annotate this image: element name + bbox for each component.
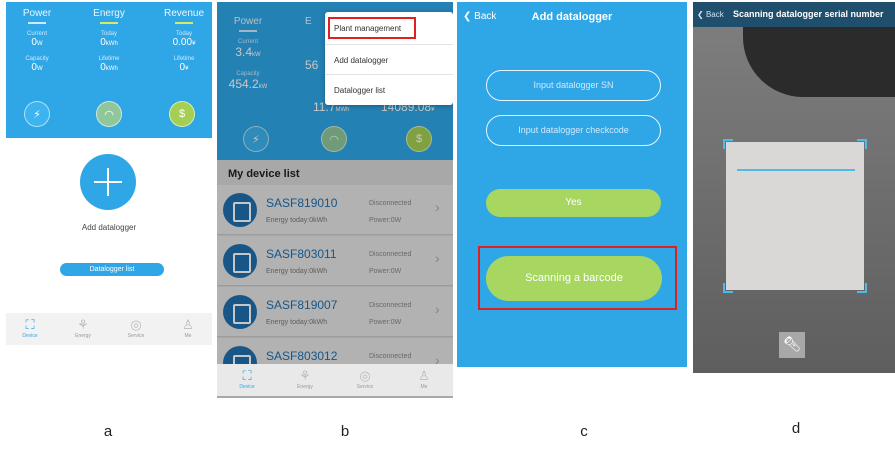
scan-target-area bbox=[726, 142, 864, 290]
screen-d-scanner: ❮ Back Scanning datalogger serial number… bbox=[693, 2, 895, 373]
tab-bar: ⛶ Device ⚘ Energy ◎ Service ♙ Me bbox=[217, 364, 453, 396]
chevron-left-icon: ❮ bbox=[697, 10, 706, 19]
screen-b-device-menu: Power Current 3.4kW Capacity 454.2kW E 5… bbox=[217, 2, 453, 398]
revenue-bar bbox=[175, 22, 193, 24]
tab-energy[interactable]: ⚘ Energy bbox=[285, 368, 325, 390]
tab-me[interactable]: ♙ Me bbox=[168, 317, 208, 339]
nav-bar: ❮ Back Scanning datalogger serial number bbox=[693, 2, 895, 27]
back-button[interactable]: ❮ Back bbox=[697, 10, 724, 19]
power-title: Power bbox=[22, 8, 52, 19]
tab-device[interactable]: ⛶ Device bbox=[10, 317, 50, 339]
page-title: Add datalogger bbox=[531, 11, 613, 23]
energy-title: Energy bbox=[93, 8, 125, 19]
person-icon: ♙ bbox=[182, 317, 194, 332]
tab-bar: ⛶ Device ⚘ Energy ◎ Service ♙ Me bbox=[6, 313, 212, 345]
capacity-value: 0W bbox=[31, 62, 43, 73]
energy-chart-icon[interactable]: ◠ bbox=[96, 101, 122, 127]
power-icon[interactable]: ⚡ bbox=[24, 101, 50, 127]
frame-corner-top-right bbox=[857, 139, 867, 149]
frame-corner-bottom-left bbox=[723, 283, 733, 293]
device-tree-icon: ⛶ bbox=[242, 368, 252, 383]
subfigure-label-d: d bbox=[791, 420, 801, 437]
frame-corner-top-left bbox=[723, 139, 733, 149]
power-column: Power Current 0W Capacity 0W bbox=[12, 8, 62, 73]
highlight-box bbox=[328, 17, 416, 39]
scan-barcode-button[interactable]: Scanning a barcode bbox=[486, 256, 662, 301]
summary-header: Power Current 0W Capacity 0W Energy Toda… bbox=[6, 2, 212, 138]
power-bar bbox=[28, 22, 46, 24]
lifetime-revenue-value: 0¥ bbox=[179, 62, 189, 73]
add-datalogger-label: Add datalogger bbox=[81, 223, 137, 232]
today-energy-value: 0kWh bbox=[100, 37, 118, 48]
service-icon: ◎ bbox=[359, 368, 371, 383]
tab-service[interactable]: ◎ Service bbox=[116, 317, 156, 339]
menu-divider bbox=[325, 74, 453, 75]
tab-energy[interactable]: ⚘ Energy bbox=[63, 317, 103, 339]
revenue-column: Revenue Today 0.00¥ Lifetime 0¥ bbox=[156, 8, 212, 73]
energy-icon: ⚘ bbox=[77, 317, 89, 332]
yes-button[interactable]: Yes bbox=[486, 189, 661, 217]
tab-device[interactable]: ⛶ Device bbox=[227, 368, 267, 390]
energy-icon: ⚘ bbox=[299, 368, 311, 383]
datalogger-checkcode-input[interactable]: Input datalogger checkcode bbox=[486, 115, 661, 146]
scan-line bbox=[737, 169, 855, 171]
screen-a-device: Power Current 0W Capacity 0W Energy Toda… bbox=[6, 2, 212, 345]
tab-service[interactable]: ◎ Service bbox=[345, 368, 385, 390]
person-icon: ♙ bbox=[418, 368, 430, 383]
energy-column: Energy Today 0kWh Lifetime 0kWh bbox=[84, 8, 134, 73]
datalogger-sn-input[interactable]: Input datalogger SN bbox=[486, 70, 661, 101]
datalogger-list-button[interactable]: Datalogger list bbox=[60, 263, 164, 276]
menu-datalogger-list[interactable]: Datalogger list bbox=[334, 86, 385, 95]
dropdown-menu: Plant management Add datalogger Datalogg… bbox=[325, 12, 453, 105]
energy-bar bbox=[100, 22, 118, 24]
tab-me[interactable]: ♙ Me bbox=[404, 368, 444, 390]
subfigure-label-b: b bbox=[340, 423, 350, 440]
screen-c-add-datalogger: ❮ Back Add datalogger Input datalogger S… bbox=[457, 2, 687, 367]
device-tree-icon: ⛶ bbox=[25, 317, 35, 332]
frame-corner-bottom-right bbox=[857, 283, 867, 293]
flashlight-icon[interactable]: 🔦︎ bbox=[779, 332, 805, 358]
current-value: 0W bbox=[31, 37, 43, 48]
lifetime-energy-value: 0kWh bbox=[100, 62, 118, 73]
menu-divider bbox=[325, 44, 453, 45]
subfigure-label-a: a bbox=[103, 423, 113, 440]
service-icon: ◎ bbox=[130, 317, 142, 332]
page-title: Scanning datalogger serial number bbox=[733, 9, 884, 19]
add-datalogger-plus-button[interactable] bbox=[80, 154, 136, 210]
menu-add-datalogger[interactable]: Add datalogger bbox=[334, 56, 388, 65]
revenue-dollar-icon[interactable]: $ bbox=[169, 101, 195, 127]
today-revenue-value: 0.00¥ bbox=[172, 37, 196, 48]
revenue-title: Revenue bbox=[163, 8, 205, 19]
nav-bar: ❮ Back Add datalogger bbox=[457, 2, 687, 32]
subfigure-label-c: c bbox=[580, 423, 588, 440]
